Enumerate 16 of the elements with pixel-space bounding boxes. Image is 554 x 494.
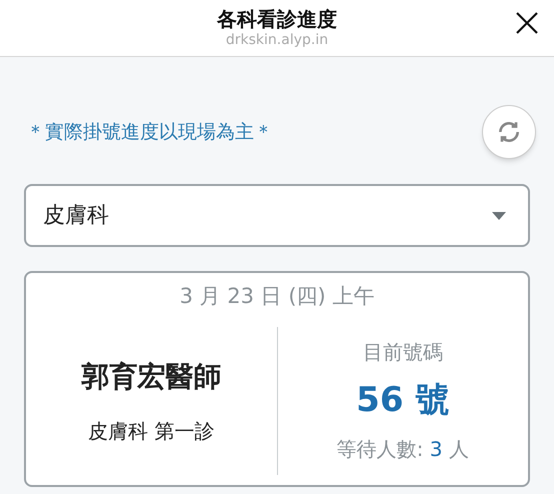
notice-text: ＊實際掛號進度以現場為主＊ bbox=[26, 120, 273, 145]
close-icon bbox=[515, 11, 539, 35]
department-select[interactable]: 皮膚科 bbox=[24, 184, 530, 247]
waiting-count: 等待人數: 3 人 bbox=[336, 436, 469, 464]
current-number: 56 號 bbox=[356, 379, 450, 422]
url-text: drkskin.alyp.in bbox=[226, 32, 328, 50]
current-label: 目前號碼 bbox=[362, 339, 443, 366]
caret-icon bbox=[492, 212, 506, 220]
date-text: 3 月 23 日 (四) 上午 bbox=[178, 283, 376, 310]
clinic-text: 皮膚科 第一診 bbox=[88, 418, 214, 445]
select-value: 皮膚科 bbox=[43, 202, 109, 230]
page-title: 各科看診進度 bbox=[217, 6, 337, 32]
close-button[interactable] bbox=[514, 10, 540, 36]
refresh-button[interactable] bbox=[482, 105, 536, 159]
refresh-icon bbox=[496, 119, 522, 145]
doctor-name: 郭育宏醫師 bbox=[81, 358, 222, 395]
